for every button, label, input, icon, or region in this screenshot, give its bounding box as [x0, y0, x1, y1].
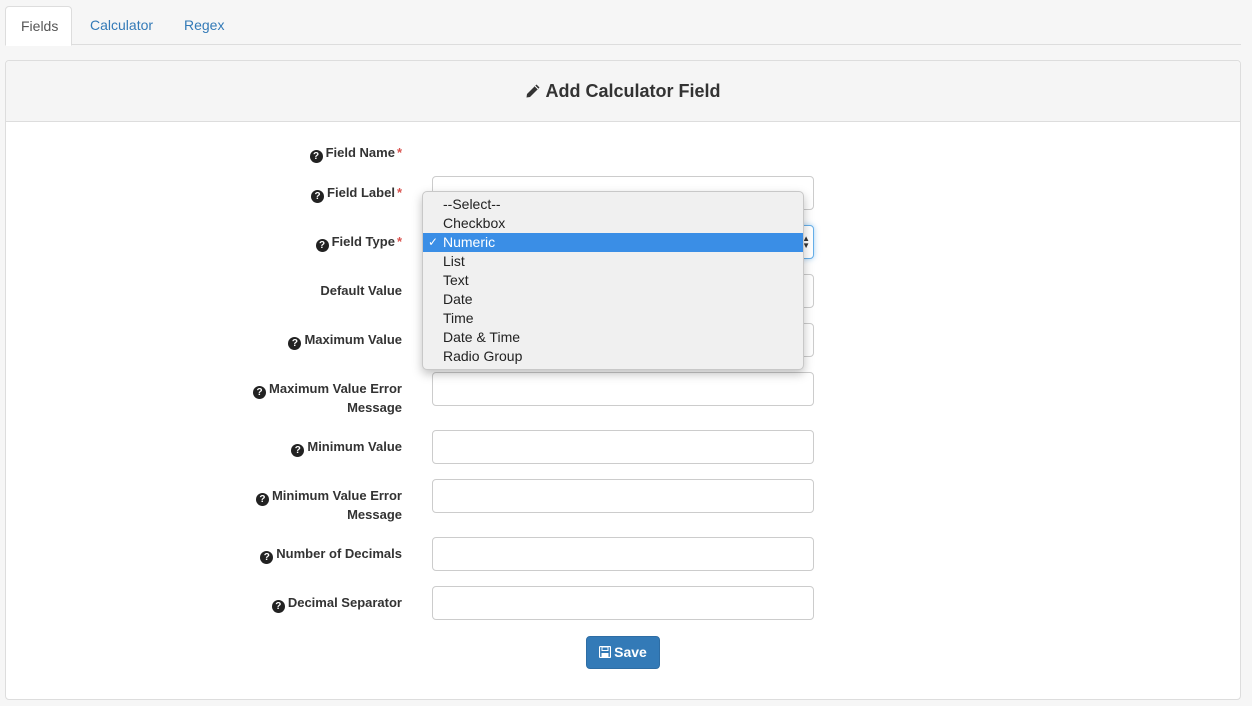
tab-regex[interactable]: Regex	[169, 6, 239, 45]
help-icon[interactable]: ?	[311, 190, 325, 203]
decimal-separator-input[interactable]	[432, 586, 814, 620]
number-of-decimals-label: ? Number of Decimals	[260, 545, 402, 564]
pencil-icon	[526, 84, 540, 98]
checkmark-icon: ✓	[428, 235, 439, 249]
nav-tabs: Fields Calculator Regex	[5, 0, 1241, 46]
help-icon[interactable]: ?	[291, 444, 305, 457]
field-name-label: ? Field Name *	[309, 144, 402, 163]
help-icon[interactable]: ?	[271, 600, 285, 613]
tab-calculator[interactable]: Calculator	[75, 6, 168, 45]
default-value-label-text: Default Value	[320, 283, 402, 298]
help-icon[interactable]: ?	[309, 150, 323, 163]
required-marker: *	[396, 145, 402, 160]
panel-title: Add Calculator Field	[525, 81, 721, 101]
help-icon[interactable]: ?	[255, 493, 269, 506]
help-icon[interactable]: ?	[253, 386, 267, 399]
number-of-decimals-input[interactable]	[432, 537, 814, 571]
maximum-value-error-input[interactable]	[432, 372, 814, 406]
decimal-separator-label: ? Decimal Separator	[271, 594, 402, 613]
save-button-label: Save	[614, 644, 647, 660]
dropdown-option-label: Numeric	[443, 234, 496, 250]
number-of-decimals-label-text: Number of Decimals	[276, 546, 402, 561]
field-name-label-text: Field Name	[325, 145, 395, 160]
minimum-value-label: ? Minimum Value	[291, 438, 402, 457]
tab-fields[interactable]: Fields	[5, 6, 72, 46]
dropdown-option-selected[interactable]: ✓ Numeric	[423, 233, 803, 252]
dropdown-option[interactable]: Checkbox	[423, 214, 803, 233]
maximum-value-label-text: Maximum Value	[304, 332, 402, 347]
field-type-label-text: Field Type	[331, 234, 395, 249]
floppy-disk-icon	[599, 646, 612, 658]
minimum-value-input[interactable]	[432, 430, 814, 464]
field-type-label: ? Field Type *	[315, 233, 402, 252]
dropdown-option[interactable]: Time	[423, 309, 803, 328]
decimal-separator-label-text: Decimal Separator	[287, 595, 402, 610]
minimum-value-error-label-text: Minimum Value Error Message	[271, 488, 402, 522]
field-label-label-text: Field Label	[327, 185, 395, 200]
required-marker: *	[396, 185, 402, 200]
panel-heading: Add Calculator Field	[6, 61, 1240, 122]
dropdown-option[interactable]: Text	[423, 271, 803, 290]
minimum-value-error-label: ? Minimum Value Error Message	[232, 487, 402, 524]
dropdown-option[interactable]: Date	[423, 290, 803, 309]
field-label-label: ? Field Label *	[311, 184, 402, 203]
help-icon[interactable]: ?	[315, 239, 329, 252]
minimum-value-error-input[interactable]	[432, 479, 814, 513]
help-icon[interactable]: ?	[288, 337, 302, 350]
save-button[interactable]: Save	[586, 636, 660, 669]
dropdown-option[interactable]: --Select--	[423, 195, 803, 214]
help-icon[interactable]: ?	[260, 551, 274, 564]
maximum-value-label: ? Maximum Value	[288, 331, 402, 350]
maximum-value-error-label-text: Maximum Value Error Message	[269, 381, 402, 415]
dropdown-option[interactable]: Radio Group	[423, 347, 803, 366]
minimum-value-label-text: Minimum Value	[307, 439, 402, 454]
required-marker: *	[396, 234, 402, 249]
maximum-value-error-label: ? Maximum Value Error Message	[232, 380, 402, 417]
default-value-label: Default Value	[320, 282, 402, 300]
panel-title-text: Add Calculator Field	[545, 81, 721, 101]
dropdown-option[interactable]: List	[423, 252, 803, 271]
field-type-dropdown-list: --Select-- Checkbox ✓ Numeric List Text D…	[422, 191, 804, 370]
dropdown-option[interactable]: Date & Time	[423, 328, 803, 347]
